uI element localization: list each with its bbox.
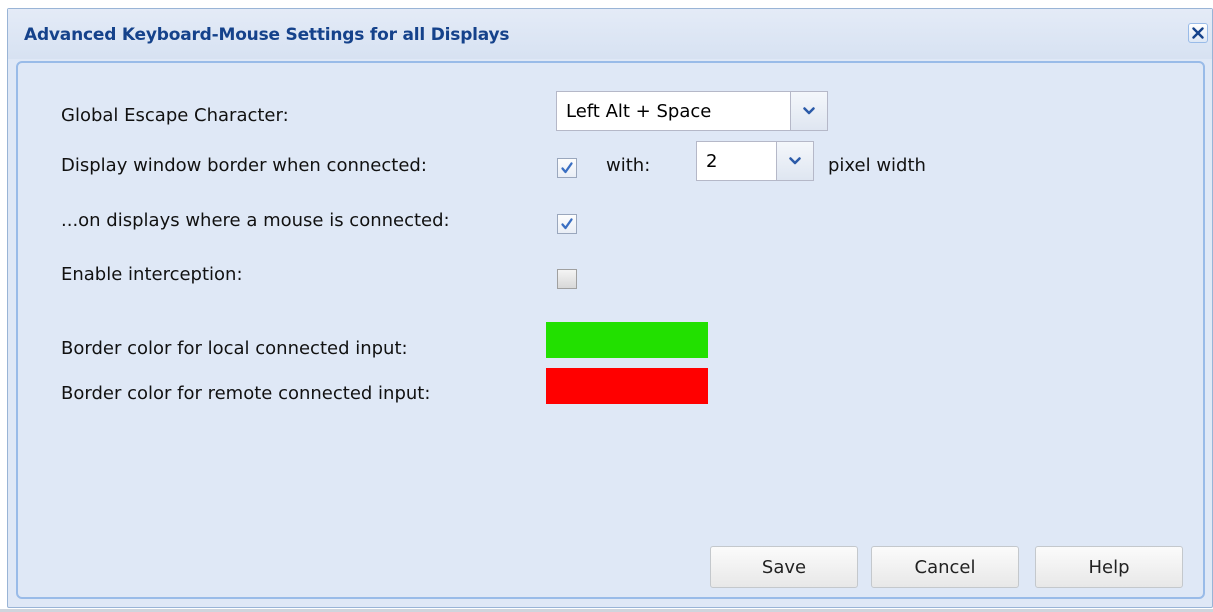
with-label: with: (606, 155, 651, 176)
chevron-down-icon (789, 157, 801, 165)
pixel-width-label: pixel width (828, 155, 926, 176)
settings-dialog: Advanced Keyboard-Mouse Settings for all… (7, 8, 1213, 608)
border-width-trigger[interactable] (776, 142, 813, 180)
escape-character-select[interactable]: Left Alt + Space (556, 91, 828, 131)
checkmark-icon (561, 162, 573, 174)
help-button[interactable]: Help (1035, 546, 1183, 588)
remote-color-label: Border color for remote connected input: (61, 383, 431, 404)
settings-panel: Global Escape Character: Left Alt + Spac… (16, 61, 1205, 599)
checkmark-icon (561, 218, 573, 230)
cancel-button[interactable]: Cancel (871, 546, 1019, 588)
border-width-value: 2 (706, 151, 718, 172)
display-border-checkbox[interactable] (557, 158, 577, 178)
interception-label: Enable interception: (61, 264, 243, 285)
close-button[interactable] (1188, 23, 1208, 43)
dialog-title: Advanced Keyboard-Mouse Settings for all… (24, 25, 510, 45)
dialog-title-bar[interactable]: Advanced Keyboard-Mouse Settings for all… (8, 9, 1212, 59)
mouse-connected-label: ...on displays where a mouse is connecte… (61, 210, 450, 231)
local-color-label: Border color for local connected input: (61, 338, 408, 359)
escape-character-label: Global Escape Character: (61, 105, 289, 126)
save-button[interactable]: Save (710, 546, 858, 588)
escape-character-value: Left Alt + Space (566, 101, 712, 122)
display-border-label: Display window border when connected: (61, 155, 427, 176)
remote-color-swatch[interactable] (546, 368, 708, 404)
local-color-swatch[interactable] (546, 322, 708, 358)
interception-checkbox[interactable] (557, 269, 577, 289)
mouse-connected-checkbox[interactable] (557, 214, 577, 234)
border-width-select[interactable]: 2 (696, 141, 814, 181)
chevron-down-icon (803, 107, 815, 115)
close-icon (1192, 27, 1204, 39)
escape-character-trigger[interactable] (790, 92, 827, 130)
